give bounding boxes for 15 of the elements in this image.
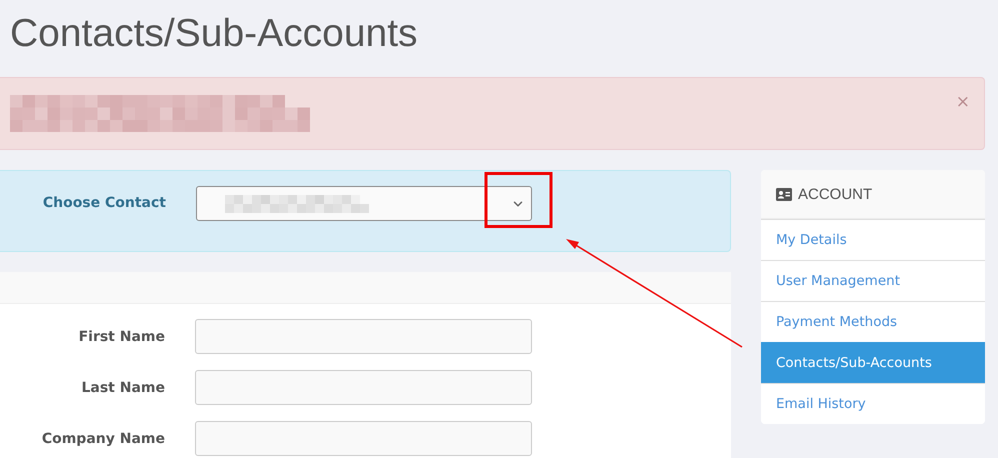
sidebar-item[interactable]: Contacts/Sub-Accounts <box>761 342 985 383</box>
field-label: Choose Contact <box>42 195 166 211</box>
input-field[interactable] <box>195 319 532 354</box>
highlight-frame <box>484 172 552 228</box>
close-button[interactable]: × <box>956 92 970 112</box>
contact-select[interactable] <box>196 186 532 221</box>
field-label: First Name <box>78 328 165 344</box>
id-card-icon <box>776 188 792 200</box>
sidebar-heading: ACCOUNT <box>798 186 872 202</box>
page-title: Contacts/Sub-Accounts <box>9 11 418 57</box>
input-field[interactable] <box>195 370 532 405</box>
input-field[interactable] <box>195 421 532 456</box>
sidebar-item[interactable]: Email History <box>761 383 985 424</box>
field-label: Last Name <box>80 380 165 396</box>
field-label: Company Name <box>40 430 165 446</box>
